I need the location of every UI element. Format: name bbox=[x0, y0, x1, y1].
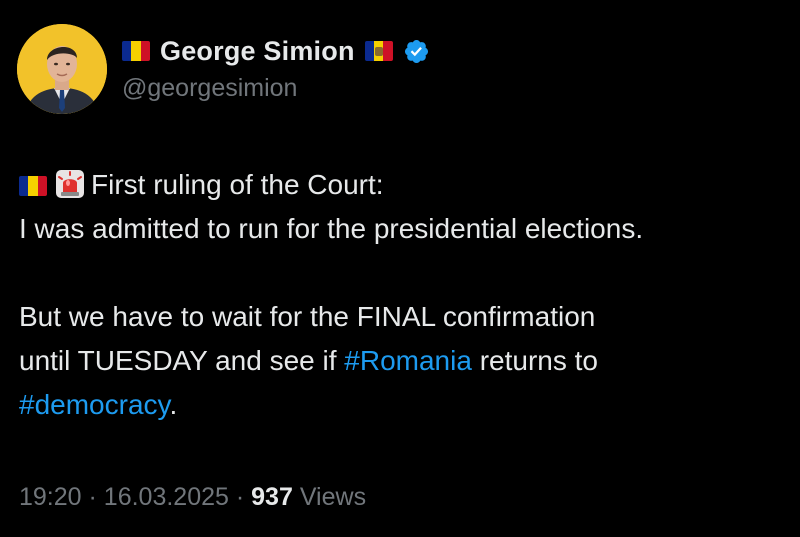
tweet-line-5-after: . bbox=[169, 389, 178, 420]
tweet-meta: 19:20 · 16.03.2025 · 937 Views bbox=[19, 483, 366, 512]
views-count: 937 bbox=[251, 483, 293, 511]
tweet-line-2: I was admitted to run for the presidenti… bbox=[19, 213, 644, 244]
tweet-card: George Simion @georgesimion First ruling… bbox=[0, 0, 800, 537]
tweet-text: First ruling of the Court: I was admitte… bbox=[19, 163, 789, 427]
author-handle[interactable]: @georgesimion bbox=[122, 74, 297, 103]
hashtag-romania-link[interactable]: #Romania bbox=[344, 345, 472, 376]
siren-icon bbox=[56, 170, 84, 198]
hashtag-democracy-link[interactable]: #democracy bbox=[19, 389, 169, 420]
romania-flag-icon bbox=[122, 41, 150, 61]
avatar[interactable] bbox=[17, 24, 107, 114]
tweet-line-1-text: First ruling of the Court: bbox=[91, 169, 384, 200]
tweet-line-4-before: until TUESDAY and see if bbox=[19, 345, 337, 376]
romania-flag-icon bbox=[19, 176, 47, 196]
tweet-time[interactable]: 19:20 bbox=[19, 483, 82, 511]
author-name-row: George Simion bbox=[122, 33, 430, 69]
meta-separator: · bbox=[88, 483, 97, 511]
tweet-line-4-after: returns to bbox=[479, 345, 598, 376]
moldova-flag-icon bbox=[364, 41, 393, 61]
verified-badge-icon bbox=[404, 39, 428, 63]
tweet-line-1: First ruling of the Court: bbox=[19, 163, 789, 207]
tweet-line-3: But we have to wait for the FINAL confir… bbox=[19, 301, 596, 332]
tweet-date[interactable]: 16.03.2025 bbox=[104, 483, 229, 511]
views-label: Views bbox=[299, 483, 367, 511]
tweet-line-5: #democracy. bbox=[19, 383, 789, 427]
tweet-line-4: until TUESDAY and see if #Romania return… bbox=[19, 339, 789, 383]
author-display-name[interactable]: George Simion bbox=[160, 36, 355, 67]
meta-separator: · bbox=[235, 483, 245, 511]
